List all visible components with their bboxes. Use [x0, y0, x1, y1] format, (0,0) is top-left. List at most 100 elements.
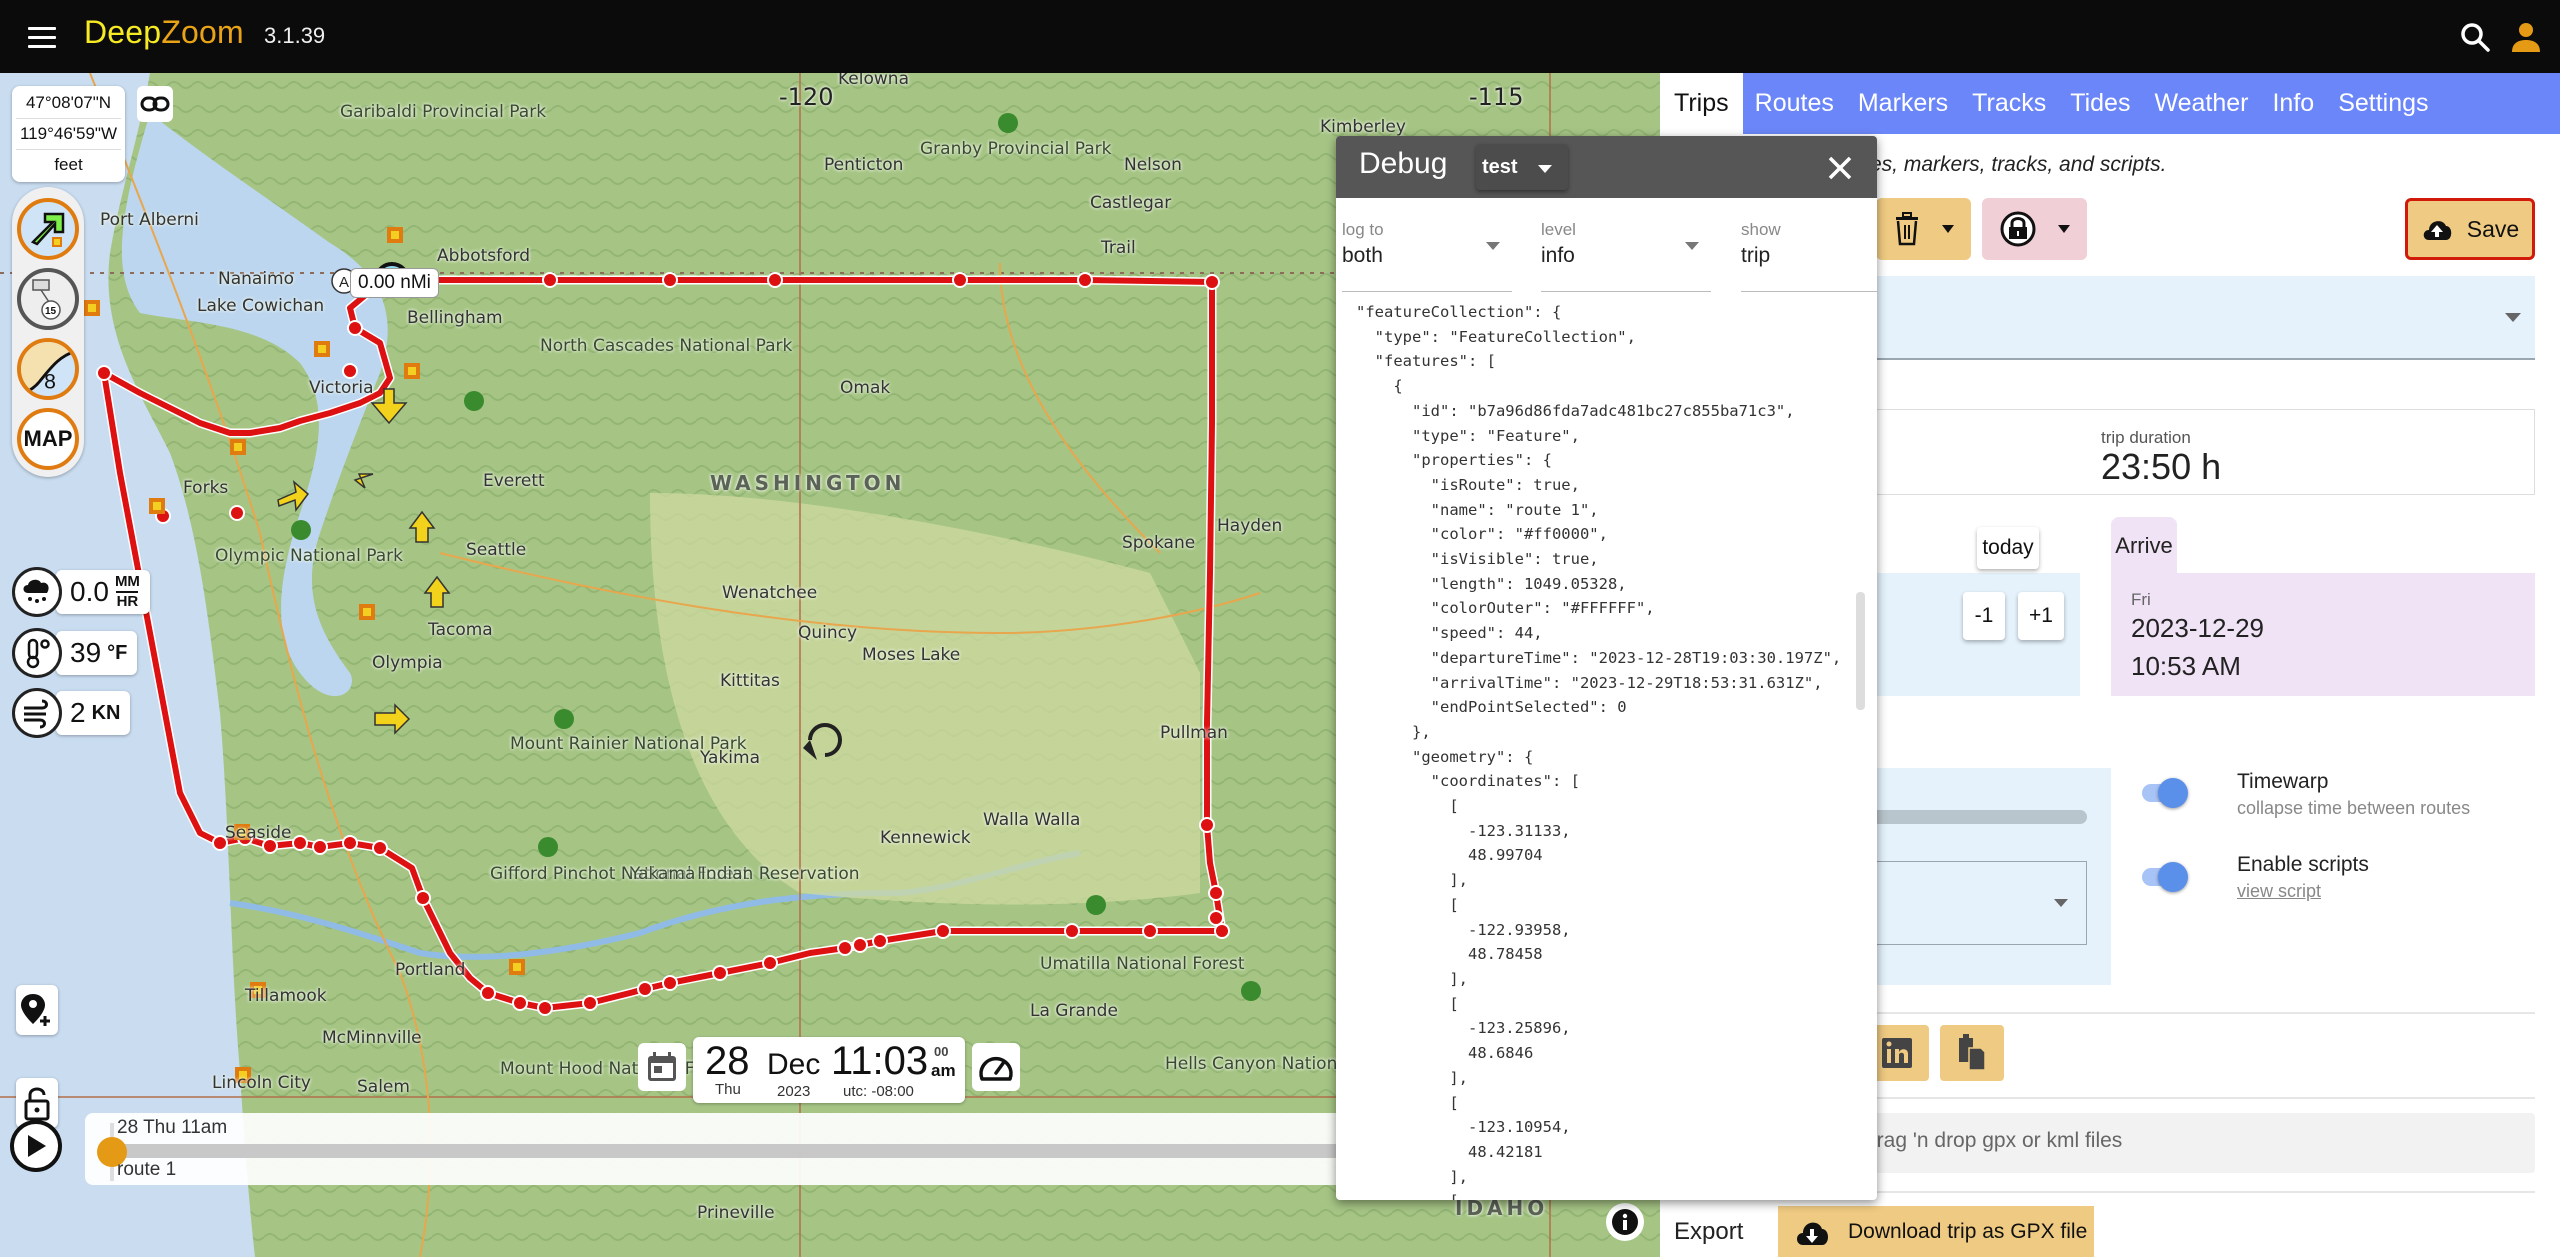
tide-station-marker	[314, 341, 330, 357]
share-link-button[interactable]	[137, 86, 173, 122]
plus-day-button[interactable]: +1	[2018, 592, 2064, 640]
tab-markers[interactable]: Markers	[1846, 73, 1960, 134]
playback-speed-button[interactable]	[972, 1043, 1020, 1091]
debug-log-output[interactable]: "featureCollection": { "type": "FeatureC…	[1336, 300, 1867, 1200]
route-waypoint[interactable]	[1077, 272, 1093, 288]
tab-trips[interactable]: Trips	[1660, 73, 1743, 134]
route-waypoint[interactable]	[96, 365, 112, 381]
route-waypoint[interactable]	[1199, 817, 1215, 833]
cursor-coordinates[interactable]: 47°08'07"N 119°46'59"W feet	[12, 86, 125, 182]
route-waypoint[interactable]	[1214, 923, 1230, 939]
speedometer-icon	[979, 1056, 1013, 1081]
calendar-button[interactable]	[638, 1043, 686, 1091]
log-to-select[interactable]: log to both	[1342, 212, 1512, 292]
menu-button[interactable]	[18, 13, 66, 61]
route-waypoint[interactable]	[372, 840, 388, 856]
route-waypoint[interactable]	[872, 933, 888, 949]
delete-button[interactable]	[1876, 198, 1971, 260]
debug-script-value: test	[1482, 156, 1518, 178]
arrive-card[interactable]: Fri 2023-12-29 10:53 AM	[2111, 573, 2535, 696]
scripts-title: Enable scripts	[2237, 853, 2369, 876]
minus-day-button[interactable]: -1	[1963, 592, 2005, 640]
route-waypoint[interactable]	[342, 363, 358, 379]
timewarp-toggle[interactable]	[2142, 778, 2188, 808]
tab-info[interactable]: Info	[2260, 73, 2326, 134]
scripts-toggle[interactable]	[2142, 862, 2188, 892]
base-map-button[interactable]: MAP	[17, 408, 79, 470]
panel-tabs: Trips Routes Markers Tracks Tides Weather Info…	[1660, 73, 2560, 134]
play-button[interactable]	[10, 1120, 62, 1172]
arrive-tab[interactable]: Arrive	[2111, 517, 2177, 575]
marker-layer-button[interactable]: 15	[17, 268, 79, 330]
debug-scrollbar[interactable]	[1856, 592, 1865, 710]
debug-script-select[interactable]: test	[1476, 144, 1568, 190]
route-waypoint[interactable]	[347, 320, 363, 336]
place-label: Prineville	[697, 1203, 775, 1223]
tide-station-marker	[359, 604, 375, 620]
route-waypoint[interactable]	[1208, 910, 1224, 926]
datetime-display[interactable]: 28 Thu Dec 2023 11:03 utc: -08:00 00 am	[693, 1037, 965, 1103]
timeline[interactable]: 28 Thu 11am route 1	[85, 1113, 1345, 1185]
timeline-route-label: route 1	[117, 1159, 177, 1180]
tab-routes[interactable]: Routes	[1743, 73, 1846, 134]
place-label: Abbotsford	[437, 246, 531, 266]
account-button[interactable]	[2508, 20, 2544, 54]
route-waypoint[interactable]	[415, 890, 431, 906]
log-to-value: both	[1342, 244, 1383, 267]
map-info-button[interactable]	[1606, 1203, 1644, 1241]
route-waypoint[interactable]	[342, 835, 358, 851]
depth-layer-button[interactable]: 8	[17, 338, 79, 400]
route-waypoint[interactable]	[229, 505, 245, 521]
route-waypoint[interactable]	[767, 272, 783, 288]
panel-intro-text: es, markers, tracks, and scripts.	[1870, 153, 2167, 176]
route-waypoint[interactable]	[852, 937, 868, 953]
route-waypoint[interactable]	[662, 975, 678, 991]
save-button[interactable]: Save	[2405, 198, 2535, 260]
add-marker-button[interactable]	[16, 985, 58, 1035]
route-waypoint[interactable]	[712, 965, 728, 981]
today-button[interactable]: today	[1977, 527, 2039, 569]
route-waypoint[interactable]	[935, 923, 951, 939]
temperature-widget[interactable]: 39 °F	[12, 628, 138, 678]
route-waypoint[interactable]	[582, 995, 598, 1011]
wind-widget[interactable]: 2 KN	[12, 688, 131, 738]
search-button[interactable]	[2458, 20, 2492, 54]
copy-link-button[interactable]	[1940, 1025, 2004, 1081]
show-select[interactable]: show trip	[1741, 212, 1877, 292]
view-script-link[interactable]: view script	[2237, 881, 2321, 902]
route-waypoint[interactable]	[512, 995, 528, 1011]
route-waypoint[interactable]	[762, 955, 778, 971]
route-waypoint[interactable]	[1064, 923, 1080, 939]
dropdown-arrow-icon	[2054, 899, 2068, 907]
date-weekday: Thu	[715, 1081, 741, 1098]
route-waypoint[interactable]	[1208, 885, 1224, 901]
route-waypoint[interactable]	[312, 839, 328, 855]
debug-close-button[interactable]	[1822, 150, 1858, 186]
route-waypoint[interactable]	[637, 981, 653, 997]
lock-trip-button[interactable]	[1982, 198, 2087, 260]
timeline-track[interactable]	[105, 1144, 1345, 1158]
tab-tides[interactable]: Tides	[2058, 73, 2142, 134]
route-waypoint[interactable]	[952, 272, 968, 288]
route-waypoint[interactable]	[542, 272, 558, 288]
route-waypoint[interactable]	[837, 940, 853, 956]
app-version: 3.1.39	[264, 23, 326, 48]
tab-settings[interactable]: Settings	[2326, 73, 2440, 134]
tab-weather[interactable]: Weather	[2142, 73, 2260, 134]
route-waypoint[interactable]	[1142, 923, 1158, 939]
lock-icon	[2000, 211, 2035, 247]
route-waypoint[interactable]	[537, 1000, 553, 1016]
rain-icon	[12, 567, 62, 617]
add-location-icon	[21, 994, 50, 1026]
route-waypoint[interactable]	[662, 272, 678, 288]
route-waypoint[interactable]	[292, 835, 308, 851]
route-layer-button[interactable]	[17, 198, 79, 260]
route-waypoint[interactable]	[480, 985, 496, 1001]
debug-header[interactable]: Debug test	[1336, 136, 1877, 198]
route-waypoint[interactable]	[1204, 274, 1220, 290]
rain-widget[interactable]: 0.0 MM HR	[12, 567, 150, 617]
debug-title: Debug	[1359, 147, 1448, 180]
tab-tracks[interactable]: Tracks	[1960, 73, 2058, 134]
level-select[interactable]: level info	[1541, 212, 1711, 292]
download-gpx-button[interactable]: Download trip as GPX file	[1778, 1206, 2094, 1257]
